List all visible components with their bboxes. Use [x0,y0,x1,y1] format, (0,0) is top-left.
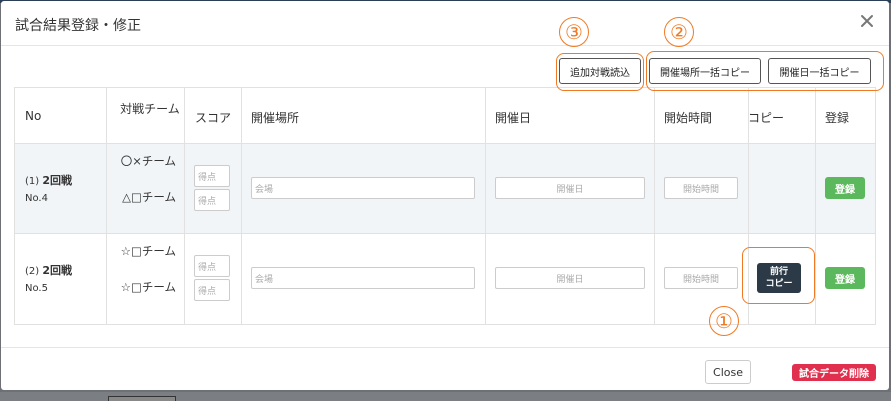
register-button[interactable]: 登録 [825,177,865,199]
annotation-ring-1 [742,247,815,304]
header-copy: コピー [748,111,785,125]
close-button[interactable]: Close [705,360,751,384]
date-input[interactable]: 開催日 [495,177,645,199]
row-index: (1) [25,176,40,187]
row-round: 2回戦 [42,174,73,187]
modal-title: 試合結果登録・修正 [15,18,141,34]
row-match-no: No.4 [25,193,48,204]
row-round: 2回戦 [42,264,73,277]
header-register: 登録 [825,111,850,125]
table-row: (1) 2回戦 No.4 〇×チーム △□チーム 得点 得点 会場 開催日 開始… [15,144,875,234]
register-button[interactable]: 登録 [825,267,865,289]
team-2: △□チーム [122,190,176,204]
team-2: ☆□チーム [120,280,176,294]
annotation-number-3: ③ [559,17,589,47]
close-icon[interactable] [859,13,875,29]
delete-match-data-button[interactable]: 試合データ削除 [792,364,876,381]
row-number: (1) 2回戦 No.4 [25,172,72,207]
row-match-no: No.5 [25,283,48,294]
header-date: 開催日 [495,111,532,125]
score-input-1[interactable]: 得点 [194,255,230,277]
annotation-ring-3 [556,53,644,91]
column-divider [654,88,655,324]
annotation-ring-2 [646,51,884,91]
team-1: ☆□チーム [120,244,176,258]
venue-input[interactable]: 会場 [251,267,475,289]
team-1: 〇×チーム [120,154,176,168]
row-number: (2) 2回戦 No.5 [25,262,72,297]
column-divider [184,88,185,324]
header-venue: 開催場所 [251,111,300,125]
match-result-modal: 試合結果登録・修正 追加対戦読込 開催場所一括コピー 開催日一括コピー No 対… [1,1,889,390]
score-input-2[interactable]: 得点 [194,189,230,211]
start-time-input[interactable]: 開始時間 [664,267,738,289]
header-no: No [25,109,42,123]
column-divider [106,88,107,324]
header-start-time: 開始時間 [664,111,713,125]
column-divider [815,88,816,324]
modal-footer-divider [1,347,889,348]
header-score: スコア [195,111,232,125]
background-element [108,396,176,401]
column-divider [485,88,486,324]
date-input[interactable]: 開催日 [495,267,645,289]
header-opponent-team: 対戦チーム [120,102,180,116]
score-input-1[interactable]: 得点 [194,165,230,187]
score-input-2[interactable]: 得点 [194,279,230,301]
modal-header: 試合結果登録・修正 [1,1,889,46]
start-time-input[interactable]: 開始時間 [664,177,738,199]
annotation-number-1: ① [709,306,739,336]
row-index: (2) [25,266,40,277]
column-divider [241,88,242,324]
venue-input[interactable]: 会場 [251,177,475,199]
annotation-number-2: ② [664,17,694,47]
table-header-row: No 対戦チーム スコア 開催場所 開催日 開始時間 コピー 登録 [15,88,875,144]
